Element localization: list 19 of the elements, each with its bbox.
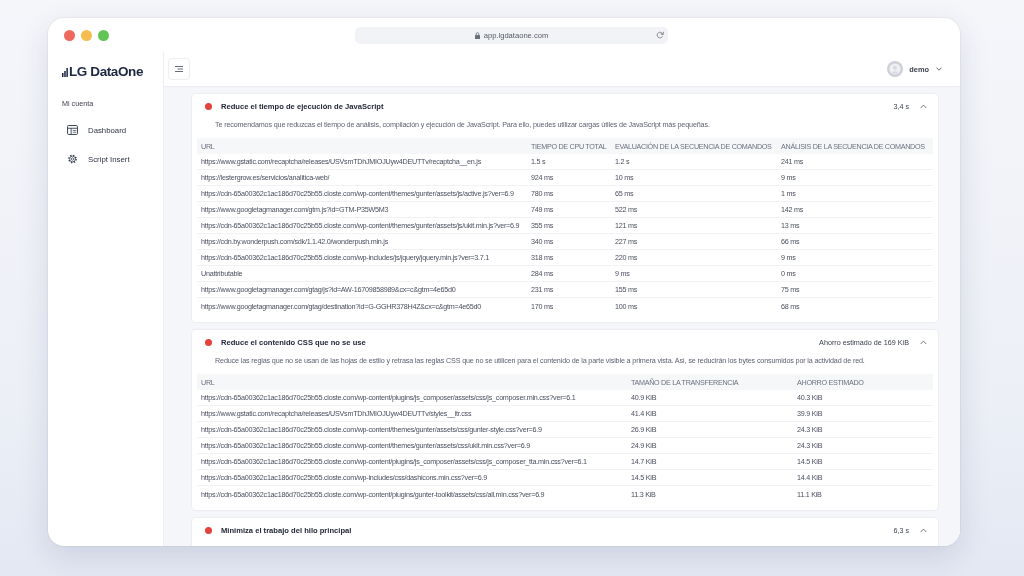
brand-name: LG DataOne bbox=[69, 64, 143, 80]
window-maximize-button[interactable] bbox=[98, 29, 109, 41]
status-dot-icon bbox=[205, 527, 212, 534]
status-dot-icon bbox=[205, 103, 212, 110]
gear-icon bbox=[67, 154, 78, 164]
avatar-icon bbox=[887, 61, 904, 77]
chevron-up-icon[interactable] bbox=[920, 340, 927, 345]
window-close-button[interactable] bbox=[64, 29, 75, 41]
chevron-up-icon[interactable] bbox=[920, 528, 927, 533]
chevron-down-icon bbox=[936, 67, 942, 71]
chevron-up-icon[interactable] bbox=[920, 104, 927, 109]
sidebar-toggle-button[interactable] bbox=[168, 58, 190, 80]
layout-icon bbox=[67, 125, 78, 135]
window-minimize-button[interactable] bbox=[81, 29, 92, 41]
lock-icon bbox=[474, 31, 480, 39]
menu-icon bbox=[175, 66, 183, 72]
reload-icon[interactable] bbox=[656, 31, 664, 39]
signal-bars-icon bbox=[62, 68, 68, 77]
status-dot-icon bbox=[205, 339, 212, 346]
